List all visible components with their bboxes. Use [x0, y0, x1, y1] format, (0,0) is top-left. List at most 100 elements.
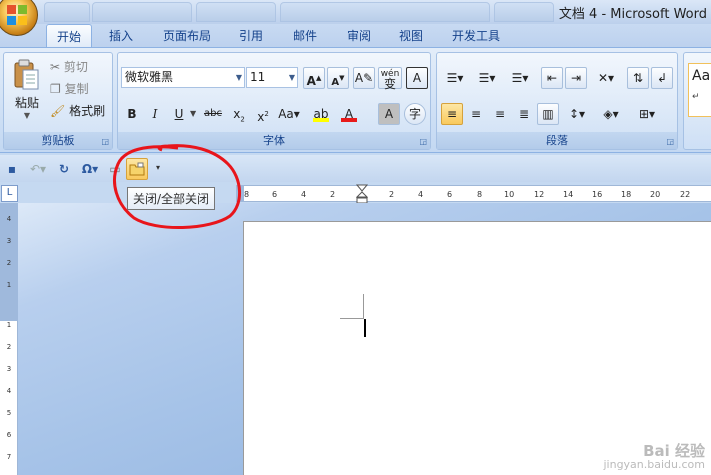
title-bar: 文档 4 - Microsoft Word — [0, 0, 711, 24]
multilevel-list-icon[interactable]: ☰▾ — [505, 67, 535, 89]
align-right-icon[interactable]: ≡ — [489, 103, 511, 125]
brush-icon: 🖌 — [50, 104, 66, 118]
borders-icon[interactable]: ⊞▾ — [633, 103, 661, 125]
superscript-button[interactable]: x2 — [252, 103, 274, 125]
print-preview-icon[interactable]: ▭ — [106, 158, 124, 180]
style-preview-text: Aa — [692, 68, 711, 84]
numbering-icon[interactable]: ☰▾ — [473, 67, 501, 89]
bold-button[interactable]: B — [121, 103, 143, 125]
styles-group: Aa ↵ — [683, 52, 711, 150]
dialog-launcher-icon[interactable]: ◲ — [666, 137, 674, 146]
chevron-down-icon: ▼ — [288, 73, 295, 82]
ruler-tick: 4 — [418, 190, 424, 199]
shading-icon[interactable]: ◈▾ — [597, 103, 625, 125]
bullets-icon[interactable]: ☰▾ — [441, 67, 469, 89]
tab-review[interactable]: 审阅 — [338, 24, 380, 48]
underline-dropdown-icon[interactable]: ▼ — [190, 109, 196, 118]
ribbon-tabs: 开始 插入 页面布局 引用 邮件 审阅 视图 开发工具 — [0, 24, 711, 48]
font-size-value: 11 — [250, 70, 266, 84]
underline-button[interactable]: U — [168, 103, 190, 125]
font-size-combo[interactable]: 11 ▼ — [246, 67, 298, 88]
margin-corner-mark — [340, 294, 364, 319]
paste-dropdown-icon[interactable]: ▼ — [8, 111, 46, 120]
enclose-char-button[interactable]: 字 — [404, 103, 426, 125]
text-cursor — [364, 319, 366, 337]
tab-developer[interactable]: 开发工具 — [444, 24, 508, 48]
ruler-tick: 18 — [621, 190, 632, 199]
shrink-font-button[interactable]: A▼ — [327, 67, 349, 89]
redo-icon[interactable]: ↻ — [54, 158, 74, 180]
copy-button[interactable]: ❐ 复制 — [50, 80, 89, 98]
ruler-tick: 4 — [301, 190, 307, 199]
tab-view[interactable]: 视图 — [390, 24, 432, 48]
tab-insert[interactable]: 插入 — [100, 24, 142, 48]
ruler-tick: 10 — [504, 190, 515, 199]
taskbar-tab — [92, 2, 192, 22]
watermark: Bai 经验 jingyan.baidu.com — [603, 442, 705, 472]
format-painter-label: 格式刷 — [69, 104, 106, 118]
dialog-launcher-icon[interactable]: ◲ — [101, 137, 109, 146]
grow-font-button[interactable]: A▲ — [303, 67, 325, 89]
justify-icon[interactable]: ≣ — [513, 103, 535, 125]
ruler-tick: 2 — [330, 190, 336, 199]
char-shading-button[interactable]: A — [378, 103, 400, 125]
close-all-folder-icon[interactable] — [126, 158, 148, 180]
align-center-icon[interactable]: ≡ — [465, 103, 487, 125]
tab-selector-icon[interactable]: L — [1, 185, 18, 202]
paste-icon — [14, 59, 39, 90]
sort-icon[interactable]: ⇅ — [627, 67, 649, 89]
quick-access-toolbar: ▪ ↶▾ ↻ Ω▾ ▭ ▾ — [0, 155, 711, 182]
clipboard-group: 粘贴 ▼ ✂ 剪切 ❐ 复制 🖌 格式刷 剪贴板 ◲ — [3, 52, 113, 150]
align-left-icon[interactable]: ≡ — [441, 103, 463, 125]
tab-home[interactable]: 开始 — [46, 24, 92, 48]
distributed-icon[interactable]: ▥ — [537, 103, 559, 125]
style-normal-preview[interactable]: Aa ↵ — [688, 63, 711, 117]
char-border-button[interactable]: A — [406, 67, 428, 89]
cut-button[interactable]: ✂ 剪切 — [50, 58, 88, 76]
ruler-tick: 16 — [592, 190, 603, 199]
ruler-tick: 20 — [650, 190, 661, 199]
customize-qat-icon[interactable]: ▾ — [156, 163, 160, 172]
ruler-tick: 8 — [244, 190, 250, 199]
window-title: 文档 4 - Microsoft Word — [558, 7, 707, 22]
document-page[interactable] — [243, 221, 711, 475]
paragraph-group-label: 段落 — [437, 132, 677, 149]
font-name-combo[interactable]: 微软雅黑 ▼ — [121, 67, 245, 88]
subscript-button[interactable]: x2 — [228, 103, 250, 125]
taskbar-tab — [280, 2, 490, 22]
font-color-icon[interactable]: A — [338, 103, 360, 125]
horizontal-ruler[interactable]: 8 6 4 2 2 4 6 8 10 12 14 16 18 20 22 — [244, 185, 711, 202]
increase-indent-icon[interactable]: ⇥ — [565, 67, 587, 89]
ruler-tick: 2 — [389, 190, 395, 199]
symbol-icon[interactable]: Ω▾ — [76, 158, 104, 180]
ruler-tick: 22 — [680, 190, 691, 199]
dialog-launcher-icon[interactable]: ◲ — [419, 137, 427, 146]
tab-page-layout[interactable]: 页面布局 — [154, 24, 220, 48]
copy-label: 复制 — [64, 82, 89, 96]
strikethrough-button[interactable]: abc — [202, 103, 224, 125]
format-painter-button[interactable]: 🖌 格式刷 — [50, 102, 105, 120]
ruler-tick: 6 — [447, 190, 453, 199]
italic-button[interactable]: I — [144, 103, 166, 125]
undo-icon[interactable]: ↶▾ — [24, 158, 52, 180]
scissors-icon: ✂ — [50, 60, 61, 74]
clear-format-icon[interactable]: A✎ — [353, 67, 375, 89]
clipboard-group-label: 剪贴板 — [4, 132, 112, 149]
change-case-button[interactable]: Aa▾ — [276, 103, 302, 125]
show-marks-icon[interactable]: ↲ — [651, 67, 673, 89]
office-logo-icon — [7, 5, 27, 25]
chevron-down-icon: ▼ — [235, 73, 242, 82]
highlight-icon[interactable]: ab — [310, 103, 332, 125]
font-name-value: 微软雅黑 — [125, 70, 174, 84]
chinese-layout-icon[interactable]: ✕▾ — [591, 67, 621, 89]
paragraph-group: ☰▾ ☰▾ ☰▾ ⇤ ⇥ ✕▾ ⇅ ↲ ≡ ≡ ≡ ≣ ▥ ↕▾ ◈▾ ⊞▾ 段… — [436, 52, 678, 150]
line-spacing-icon[interactable]: ↕▾ — [563, 103, 591, 125]
decrease-indent-icon[interactable]: ⇤ — [541, 67, 563, 89]
paste-button[interactable]: 粘贴 ▼ — [8, 57, 46, 127]
tab-mailings[interactable]: 邮件 — [284, 24, 326, 48]
indent-marker-icon[interactable] — [355, 184, 369, 204]
save-icon[interactable]: ▪ — [2, 158, 22, 180]
taskbar-tab — [494, 2, 554, 22]
tab-references[interactable]: 引用 — [230, 24, 272, 48]
phonetic-guide-button[interactable]: wén 变 — [378, 67, 402, 90]
